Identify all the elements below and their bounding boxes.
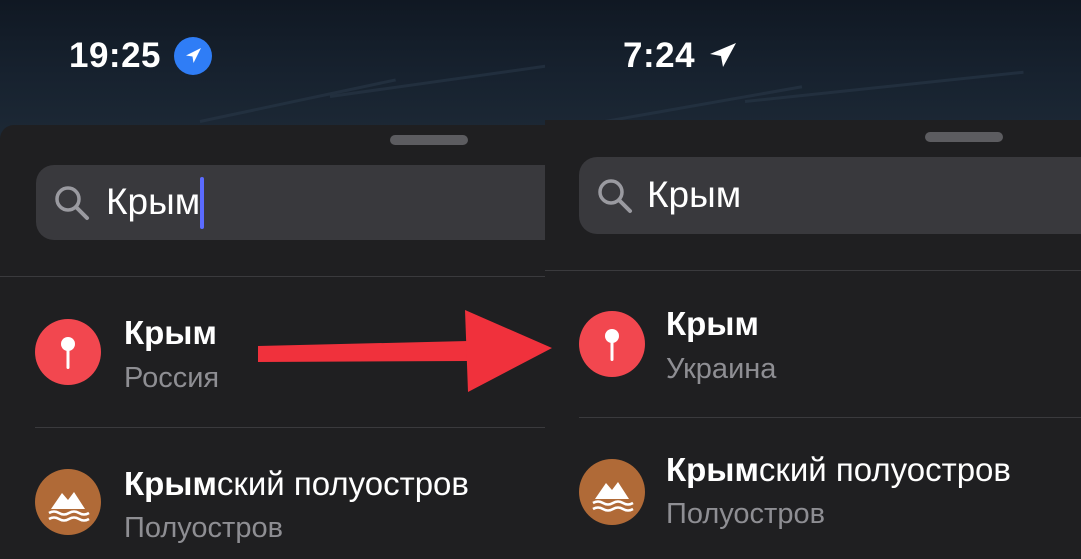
- search-input[interactable]: Крым: [647, 174, 741, 216]
- search-field[interactable]: Крым: [36, 165, 545, 240]
- search-sheet: Крым Крым Украина Крымский полуостров По…: [545, 120, 1081, 559]
- search-input[interactable]: Крым: [106, 181, 200, 223]
- result-subtitle: Полуостров: [666, 498, 825, 530]
- result-title: Крымский полуостров: [666, 451, 1011, 488]
- divider: [545, 270, 1081, 271]
- after-screenshot-panel: 7:24 Крым Крым Украина Крымский полуостр…: [545, 0, 1081, 559]
- result-title: Крымский полуостров: [124, 465, 469, 502]
- text-caret: [200, 177, 204, 229]
- search-sheet: Крым Крым Россия Крымский полуостров Пол…: [0, 125, 545, 559]
- before-screenshot-panel: 19:25 Крым Крым Россия Крымский полуостр…: [0, 0, 545, 559]
- result-subtitle: Украина: [666, 353, 777, 385]
- map-pin-icon: [579, 311, 645, 377]
- result-title: Крым: [666, 305, 759, 342]
- map-pin-icon: [35, 319, 101, 385]
- search-icon: [598, 179, 632, 213]
- result-title: Крым: [124, 314, 217, 351]
- divider: [35, 427, 545, 428]
- status-time: 7:24: [623, 36, 696, 75]
- location-arrow-icon: [710, 43, 736, 67]
- search-icon: [55, 186, 89, 220]
- divider: [579, 417, 1081, 418]
- sheet-grabber[interactable]: [390, 135, 468, 145]
- divider: [0, 276, 545, 277]
- location-arrow-icon: [174, 37, 212, 75]
- sheet-grabber[interactable]: [925, 132, 1003, 142]
- search-field[interactable]: Крым: [579, 157, 1081, 234]
- mountain-water-icon: [35, 469, 101, 535]
- status-time: 19:25: [69, 36, 162, 75]
- result-subtitle: Россия: [124, 362, 220, 394]
- mountain-water-icon: [579, 459, 645, 525]
- result-subtitle: Полуостров: [124, 512, 283, 544]
